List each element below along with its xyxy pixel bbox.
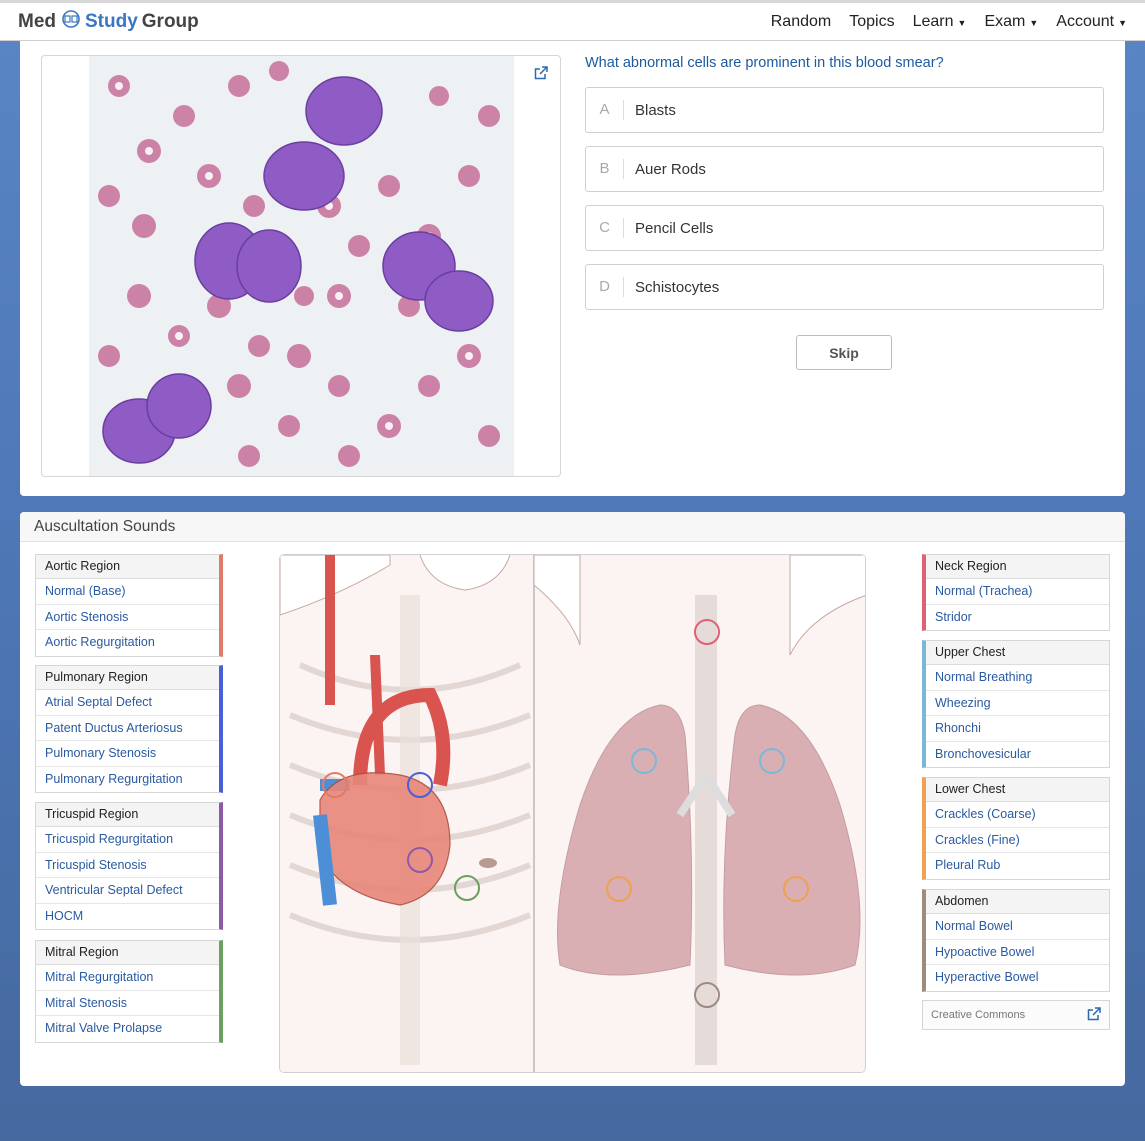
sound-item[interactable]: HOCM (36, 904, 219, 930)
skip-button[interactable]: Skip (796, 335, 892, 370)
image-frame (41, 55, 561, 477)
nav-learn-dropdown[interactable]: Learn ▼ (913, 13, 967, 31)
sound-item[interactable]: Stridor (926, 605, 1109, 631)
sound-item[interactable]: Crackles (Fine) (926, 828, 1109, 853)
sound-item[interactable]: Hypoactive Bowel (926, 940, 1109, 965)
sound-item[interactable]: Rhonchi (926, 716, 1109, 742)
answer-option-c[interactable]: C Pencil Cells (585, 205, 1104, 251)
sound-item[interactable]: Atrial Septal Defect (36, 690, 219, 716)
question-text: What abnormal cells are prominent in thi… (585, 55, 944, 71)
sound-item[interactable]: Pulmonary Stenosis (36, 741, 219, 767)
auscultation-title: Auscultation Sounds (20, 512, 1125, 542)
brand-study: Study (85, 10, 138, 32)
group-title: Upper Chest (926, 641, 1109, 665)
sound-item[interactable]: Bronchovesicular (926, 742, 1109, 768)
sound-item[interactable]: Wheezing (926, 691, 1109, 716)
sound-item[interactable]: Normal Bowel (926, 914, 1109, 940)
pulmonary-region-group: Pulmonary Region Atrial Septal Defect Pa… (35, 665, 223, 793)
neck-region-group: Neck Region Normal (Trachea) Stridor (922, 554, 1110, 631)
sound-item[interactable]: Normal (Base) (36, 579, 219, 605)
sound-item[interactable]: Mitral Regurgitation (36, 965, 219, 991)
group-title: Neck Region (926, 555, 1109, 579)
external-link-icon (1087, 1006, 1101, 1024)
book-globe-icon (60, 9, 82, 34)
group-title: Abdomen (926, 890, 1109, 914)
answer-text: Schistocytes (635, 278, 720, 296)
lower-chest-group: Lower Chest Crackles (Coarse) Crackles (… (922, 777, 1110, 880)
brand-med: Med (18, 10, 56, 32)
anatomy-illustration (280, 555, 865, 1072)
mitral-region-group: Mitral Region Mitral Regurgitation Mitra… (35, 940, 223, 1043)
group-title: Mitral Region (36, 941, 219, 965)
group-title: Lower Chest (926, 778, 1109, 802)
group-title: Aortic Region (36, 555, 219, 579)
upper-chest-group: Upper Chest Normal Breathing Wheezing Rh… (922, 640, 1110, 768)
nav-exam-dropdown[interactable]: Exam ▼ (984, 13, 1038, 31)
answer-option-d[interactable]: D Schistocytes (585, 264, 1104, 310)
top-navbar: Med Study Group Random Topics Learn ▼ Ex… (0, 0, 1145, 41)
blood-smear-image (89, 56, 514, 476)
tricuspid-region-group: Tricuspid Region Tricuspid Regurgitation… (35, 802, 223, 930)
nav-account-label: Account (1056, 12, 1115, 30)
sound-item[interactable]: Patent Ductus Arteriosus (36, 716, 219, 741)
sound-item[interactable]: Mitral Stenosis (36, 991, 219, 1016)
group-title: Pulmonary Region (36, 666, 219, 690)
sound-item[interactable]: Pleural Rub (926, 853, 1109, 879)
nav-account-dropdown[interactable]: Account ▼ (1056, 13, 1127, 31)
auscultation-card: Auscultation Sounds Aortic Region Normal… (20, 512, 1125, 1086)
brand-logo[interactable]: Med Study Group (18, 9, 199, 34)
answer-option-a[interactable]: A Blasts (585, 87, 1104, 133)
anatomy-diagram (279, 554, 866, 1073)
sound-item[interactable]: Pulmonary Regurgitation (36, 767, 219, 793)
sound-item[interactable]: Tricuspid Stenosis (36, 853, 219, 878)
answer-text: Blasts (635, 101, 676, 119)
nav-exam-label: Exam (984, 12, 1026, 30)
abdomen-group: Abdomen Normal Bowel Hypoactive Bowel Hy… (922, 889, 1110, 992)
chevron-down-icon: ▼ (1118, 17, 1127, 28)
sound-item[interactable]: Aortic Regurgitation (36, 630, 219, 656)
answer-letter: A (586, 100, 624, 120)
nav-learn-label: Learn (912, 12, 954, 30)
chevron-down-icon: ▼ (1029, 17, 1039, 28)
sound-item[interactable]: Normal Breathing (926, 665, 1109, 691)
answer-option-b[interactable]: B Auer Rods (585, 146, 1104, 192)
nav-topics[interactable]: Topics (849, 13, 894, 31)
sound-item[interactable]: Ventricular Septal Defect (36, 878, 219, 904)
sound-item[interactable]: Normal (Trachea) (926, 579, 1109, 605)
brand-group: Group (141, 10, 199, 32)
external-link-icon[interactable] (534, 66, 548, 85)
answer-text: Pencil Cells (635, 219, 714, 237)
sound-item[interactable]: Mitral Valve Prolapse (36, 1016, 219, 1042)
chevron-down-icon: ▼ (957, 17, 967, 28)
creative-commons-link[interactable]: Creative Commons (922, 1000, 1110, 1030)
sound-item[interactable]: Tricuspid Regurgitation (36, 827, 219, 853)
sound-item[interactable]: Aortic Stenosis (36, 605, 219, 630)
license-label: Creative Commons (931, 1009, 1026, 1021)
answer-letter: D (586, 277, 624, 297)
sound-item[interactable]: Crackles (Coarse) (926, 802, 1109, 828)
question-card: What abnormal cells are prominent in thi… (20, 41, 1125, 496)
sound-item[interactable]: Hyperactive Bowel (926, 965, 1109, 991)
nav-random[interactable]: Random (771, 13, 831, 31)
answer-text: Auer Rods (635, 160, 706, 178)
group-title: Tricuspid Region (36, 803, 219, 827)
aortic-region-group: Aortic Region Normal (Base) Aortic Steno… (35, 554, 223, 657)
answer-letter: B (586, 159, 624, 179)
nav-menu: Random Topics Learn ▼ Exam ▼ Account ▼ (771, 13, 1127, 31)
answer-letter: C (586, 218, 624, 238)
